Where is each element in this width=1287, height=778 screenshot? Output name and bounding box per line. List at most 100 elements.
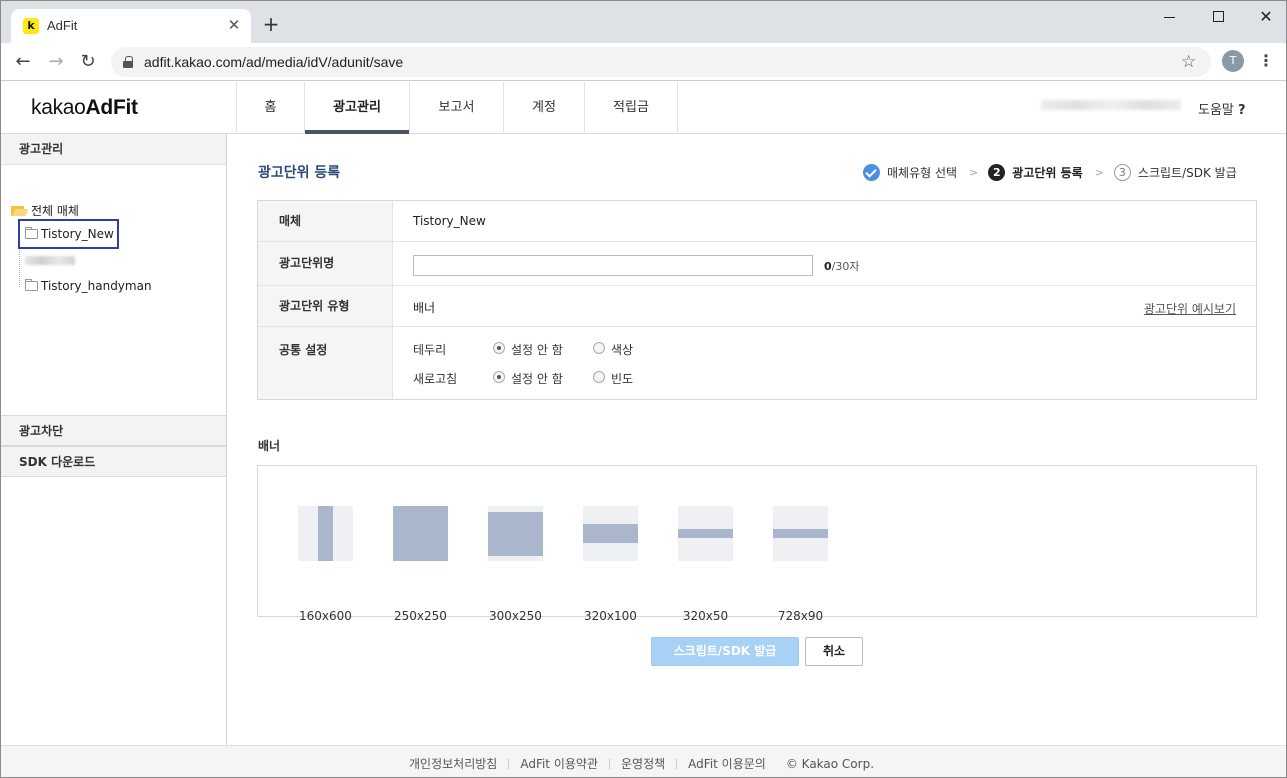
forward-arrow-icon[interactable]: → [45, 51, 67, 73]
step-3-number: 3 [1113, 163, 1131, 181]
banner-option-320x100[interactable]: 320x100 [583, 506, 638, 623]
sidebar-title: 광고관리 [1, 134, 226, 165]
banner-thumb-icon [488, 506, 543, 561]
footer: 개인정보처리방침 AdFit 이용약관 운영정책 AdFit 이용문의 © Kakao … [1, 745, 1286, 777]
sidebar-section-ad-block[interactable]: 광고차단 [1, 415, 226, 446]
form-row-media: 매체 Tistory_New [258, 201, 1256, 242]
footer-copyright: © Kakao Corp. [785, 757, 875, 771]
banner-option-250x250[interactable]: 250x250 [393, 506, 448, 623]
type-value: 배너 [413, 301, 436, 315]
url-text: adfit.kakao.com/ad/media/idV/adunit/save [144, 54, 404, 70]
step-2-label: 광고단위 등록 [1012, 165, 1083, 180]
banner-size-picker: 160x600 250x250 300x250 320x100 320x50 7… [257, 465, 1257, 623]
footer-link-policy[interactable]: 운영정책 [621, 755, 665, 772]
media-value: Tistory_New [413, 214, 486, 228]
nav-home[interactable]: 홈 [237, 82, 305, 134]
ad-unit-name-input[interactable] [413, 255, 813, 276]
profile-avatar[interactable]: T [1222, 50, 1244, 72]
border-label: 테두리 [413, 343, 447, 357]
refresh-frequency-label[interactable]: 빈도 [611, 370, 633, 387]
global-nav: 홈 광고관리 보고서 계정 적립금 [236, 82, 678, 134]
chevron-right-icon: > [969, 165, 979, 179]
sidebar-section-sdk-download[interactable]: SDK 다운로드 [1, 446, 226, 477]
tree-item-tistory-new[interactable]: Tistory_New [25, 227, 114, 241]
reload-icon[interactable]: ↻ [77, 51, 99, 73]
border-color-label[interactable]: 색상 [611, 341, 633, 358]
border-none-radio[interactable] [493, 342, 505, 354]
tree-root[interactable]: 전체 매체 [11, 202, 79, 219]
page-title: 광고단위 등록 [258, 165, 341, 181]
ad-unit-form: 매체 Tistory_New 광고단위명 0/30자 광고단위 유형 배너 광고… [257, 200, 1257, 400]
new-tab-icon[interactable]: + [261, 14, 281, 34]
step-2-number: 2 [988, 163, 1006, 181]
banner-option-320x50[interactable]: 320x50 [678, 506, 733, 623]
tab-close-icon[interactable]: ✕ [225, 16, 243, 34]
name-count: 0 [824, 260, 832, 273]
banner-thumb-icon [298, 506, 353, 561]
sidebar: 광고관리 전체 매체 Tistory_New Tistory_handyman … [1, 134, 227, 745]
tree-item-label: Tistory_New [41, 227, 114, 241]
nav-ad-management[interactable]: 광고관리 [305, 82, 410, 134]
help-label: 도움말 [1198, 103, 1234, 118]
border-none-label[interactable]: 설정 안 함 [511, 341, 563, 358]
bookmark-star-icon[interactable]: ☆ [1181, 52, 1196, 72]
window-close-button[interactable]: ✕ [1254, 7, 1278, 27]
step-3-label: 스크립트/SDK 발급 [1137, 165, 1237, 180]
browser-menu-icon[interactable]: ⋮ [1258, 51, 1274, 70]
kakao-adfit-logo[interactable]: kakaoAdFit [31, 96, 138, 120]
footer-divider [676, 759, 678, 769]
footer-link-terms[interactable]: AdFit 이용약관 [520, 755, 598, 772]
footer-link-privacy[interactable]: 개인정보처리방침 [409, 755, 497, 772]
media-tree: 전체 매체 Tistory_New Tistory_handyman [1, 165, 226, 415]
tab-title: AdFit [47, 18, 78, 33]
footer-link-inquiry[interactable]: AdFit 이용문의 [688, 755, 766, 772]
refresh-label: 새로고침 [413, 372, 458, 386]
tree-root-label: 전체 매체 [31, 204, 79, 218]
site-header: kakaoAdFit 홈 광고관리 보고서 계정 적립금 도움말 ? [1, 82, 1286, 134]
banner-thumb-icon [678, 506, 733, 561]
folder-icon [25, 279, 38, 291]
banner-size-label: 728x90 [777, 609, 824, 623]
folder-icon [25, 227, 38, 239]
name-char-counter: 0/30자 [824, 258, 859, 274]
step-indicator: 매체유형 선택 > 2 광고단위 등록 > 3 스크립트/SDK 발급 [863, 162, 1237, 182]
nav-credit[interactable]: 적립금 [585, 82, 678, 134]
logo-light-text: kakao [31, 96, 86, 119]
user-info-blurred [1041, 100, 1181, 110]
border-color-radio[interactable] [593, 342, 605, 354]
window-minimize-button[interactable] [1158, 7, 1182, 27]
help-link[interactable]: 도움말 ? [1198, 99, 1246, 118]
check-circle-icon [863, 163, 880, 181]
banner-option-728x90[interactable]: 728x90 [773, 506, 828, 623]
nav-account[interactable]: 계정 [504, 82, 585, 134]
banner-option-300x250[interactable]: 300x250 [488, 506, 543, 623]
banner-thumb-icon [393, 506, 448, 561]
tree-item-blurred[interactable] [25, 256, 75, 265]
browser-tab[interactable]: k AdFit ✕ [11, 9, 251, 43]
banner-size-label: 160x600 [299, 609, 352, 623]
footer-divider [609, 759, 610, 769]
refresh-none-label[interactable]: 설정 안 함 [511, 370, 563, 387]
nav-report[interactable]: 보고서 [410, 82, 504, 134]
browser-toolbar: ← → ↻ adfit.kakao.com/ad/media/idV/aduni… [1, 43, 1286, 81]
form-row-common: 공통 설정 테두리 설정 안 함 색상 새로고침 설정 안 함 빈도 [258, 327, 1256, 399]
media-label: 매체 [258, 201, 393, 241]
tree-item-tistory-handyman[interactable]: Tistory_handyman [25, 279, 152, 293]
banner-option-160x600[interactable]: 160x600 [298, 506, 353, 623]
issue-script-sdk-button[interactable]: 스크립트/SDK 발급 [651, 637, 799, 666]
folder-open-icon [11, 205, 27, 216]
cancel-button[interactable]: 취소 [805, 637, 863, 666]
name-limit: /30자 [831, 260, 860, 273]
window-maximize-button[interactable] [1206, 7, 1230, 27]
ad-unit-preview-link[interactable]: 광고단위 예시보기 [1144, 300, 1236, 317]
name-label: 광고단위명 [258, 242, 393, 285]
form-row-name: 광고단위명 0/30자 [258, 242, 1256, 286]
help-question-icon: ? [1238, 103, 1246, 118]
banner-section-title: 배너 [258, 439, 281, 453]
back-arrow-icon[interactable]: ← [12, 51, 34, 73]
logo-bold-text: AdFit [85, 96, 138, 119]
address-bar[interactable]: adfit.kakao.com/ad/media/idV/adunit/save… [111, 47, 1211, 77]
refresh-frequency-radio[interactable] [593, 371, 605, 383]
type-label: 광고단위 유형 [258, 286, 393, 326]
refresh-none-radio[interactable] [493, 371, 505, 383]
